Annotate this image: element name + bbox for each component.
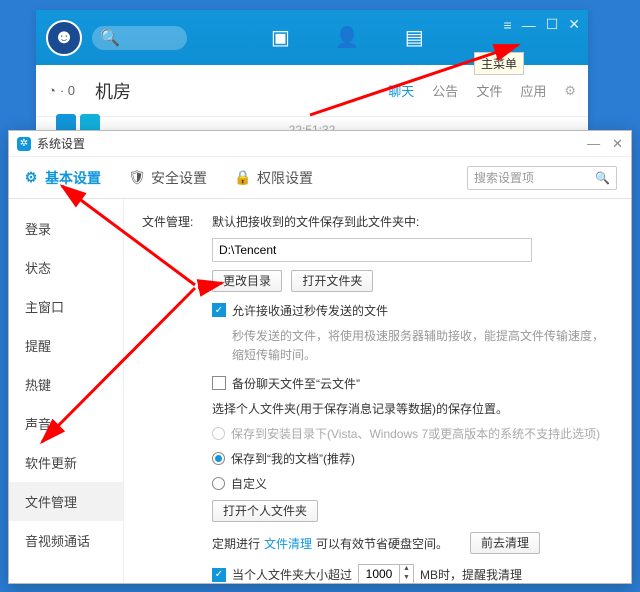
tab-security-label: 安全设置 [151, 168, 207, 188]
tab-security[interactable]: 🛡 安全设置 [129, 168, 207, 188]
window-controls: ≡ — ☐ ✕ [504, 16, 580, 33]
settings-sidebar: 登录 状态 主窗口 提醒 热键 声音 软件更新 文件管理 音视频通话 [9, 199, 124, 583]
sidebar-item-login[interactable]: 登录 [9, 209, 123, 248]
checkbox-backup[interactable] [212, 376, 226, 390]
settings-top-tabs: ⚙ 基本设置 🛡 安全设置 🔒 权限设置 搜索设置项 🔍 [9, 157, 631, 199]
settings-window: ✲ 系统设置 — ✕ ⚙ 基本设置 🛡 安全设置 🔒 权限设置 搜索设置项 🔍 … [8, 130, 632, 584]
settings-titlebar: ✲ 系统设置 — ✕ [9, 131, 631, 157]
settings-search[interactable]: 搜索设置项 🔍 [467, 166, 617, 190]
tab-permission-label: 权限设置 [257, 168, 313, 188]
change-dir-button[interactable]: 更改目录 [212, 270, 282, 292]
file-path-input[interactable] [212, 238, 532, 262]
docs-icon[interactable]: ▤ [405, 25, 424, 50]
sidebar-item-file[interactable]: 文件管理 [9, 482, 123, 521]
radio-mydoc[interactable] [212, 452, 225, 465]
level-text: · 0 [60, 83, 75, 98]
cleanup-link[interactable]: 文件清理 [264, 535, 312, 552]
chat-icon[interactable]: ▣ [271, 25, 290, 50]
size-spinner[interactable]: ▲▼ [358, 564, 414, 583]
section-label: 文件管理: [142, 213, 212, 583]
header-search[interactable]: 🔍 [92, 26, 187, 50]
search-icon: 🔍 [100, 28, 120, 48]
minimize-icon[interactable]: — [587, 136, 600, 152]
default-folder-desc: 默认把接收到的文件保存到此文件夹中: [212, 213, 613, 230]
window-title: 系统设置 [37, 135, 85, 152]
checkbox-size-remind[interactable]: ✓ [212, 568, 226, 582]
lock-icon: 🔒 [235, 170, 251, 186]
maximize-icon[interactable]: ☐ [546, 16, 559, 33]
sidebar-item-mainwin[interactable]: 主窗口 [9, 287, 123, 326]
allow-sec-label: 允许接收通过秒传发送的文件 [232, 302, 388, 319]
search-placeholder: 搜索设置项 [474, 169, 595, 186]
radio-mydoc-label: 保存到“我的文档”(推荐) [231, 450, 355, 467]
spin-down-icon[interactable]: ▼ [400, 574, 413, 583]
radio-custom[interactable] [212, 477, 225, 490]
sidebar-item-status[interactable]: 状态 [9, 248, 123, 287]
open-personal-button[interactable]: 打开个人文件夹 [212, 500, 318, 522]
level-indicator: ◔ · 0 [48, 83, 75, 98]
settings-window-controls: — ✕ [587, 136, 623, 152]
tab-basic[interactable]: ⚙ 基本设置 [23, 168, 101, 188]
gear-icon[interactable]: ⚙ [564, 83, 576, 99]
menu-icon[interactable]: ≡ [504, 17, 512, 33]
radio-install-dir [212, 427, 225, 440]
search-icon: 🔍 [595, 171, 610, 185]
cleanup-text-pre: 定期进行 [212, 535, 260, 552]
gear-icon: ⚙ [23, 170, 39, 186]
sidebar-item-sound[interactable]: 声音 [9, 404, 123, 443]
tab-permission[interactable]: 🔒 权限设置 [235, 168, 313, 188]
open-folder-button[interactable]: 打开文件夹 [291, 270, 373, 292]
personal-folder-desc: 选择个人文件夹(用于保存消息记录等数据)的保存位置。 [212, 400, 613, 417]
close-icon[interactable]: ✕ [568, 16, 580, 33]
checkbox-allow-sec[interactable]: ✓ [212, 303, 226, 317]
room-name: 机房 [95, 78, 131, 104]
contacts-icon[interactable]: 👤 [335, 25, 360, 50]
size-post: MB时，提醒我清理 [420, 566, 522, 583]
sidebar-item-hotkey[interactable]: 热键 [9, 365, 123, 404]
go-clean-button[interactable]: 前去清理 [470, 532, 540, 554]
tab-file[interactable]: 文件 [476, 81, 502, 100]
sidebar-item-av[interactable]: 音视频通话 [9, 521, 123, 560]
shield-icon: 🛡 [129, 170, 145, 186]
spin-up-icon[interactable]: ▲ [400, 565, 413, 574]
qq-main-window: ☻ 🔍 ▣ 👤 ▤ ≡ — ☐ ✕ 主菜单 ◔ · 0 机房 聊天 公告 文件 … [36, 10, 588, 130]
settings-body: 登录 状态 主窗口 提醒 热键 声音 软件更新 文件管理 音视频通话 文件管理:… [9, 199, 631, 583]
radio-custom-label: 自定义 [231, 475, 267, 492]
radio-install-label: 保存到安装目录下(Vista、Windows 7或更高版本的系统不支持此选项) [231, 425, 600, 442]
sec-hint: 秒传发送的文件，将使用极速服务器辅助接收，能提高文件传输速度，缩短传输时间。 [232, 327, 613, 365]
cleanup-text-post: 可以有效节省硬盘空间。 [316, 535, 448, 552]
backup-label: 备份聊天文件至“云文件” [232, 375, 360, 392]
tab-notice[interactable]: 公告 [432, 81, 458, 100]
close-icon[interactable]: ✕ [612, 136, 623, 152]
sidebar-item-remind[interactable]: 提醒 [9, 326, 123, 365]
level-icon: ◔ [48, 83, 56, 98]
size-pre: 当个人文件夹大小超过 [232, 566, 352, 583]
size-input[interactable] [359, 565, 399, 583]
app-icon: ✲ [17, 137, 31, 151]
tab-chat[interactable]: 聊天 [388, 81, 414, 100]
menu-tooltip: 主菜单 [474, 52, 524, 75]
user-avatar[interactable]: ☻ [46, 20, 82, 56]
chat-tabs: 聊天 公告 文件 应用 ⚙ [388, 81, 576, 100]
sidebar-item-update[interactable]: 软件更新 [9, 443, 123, 482]
settings-content: 文件管理: 默认把接收到的文件保存到此文件夹中: 更改目录 打开文件夹 ✓ 允许… [124, 199, 631, 583]
tab-app[interactable]: 应用 [520, 81, 546, 100]
minimize-icon[interactable]: — [522, 17, 536, 33]
tab-basic-label: 基本设置 [45, 168, 101, 188]
header-nav-icons: ▣ 👤 ▤ [271, 25, 424, 50]
